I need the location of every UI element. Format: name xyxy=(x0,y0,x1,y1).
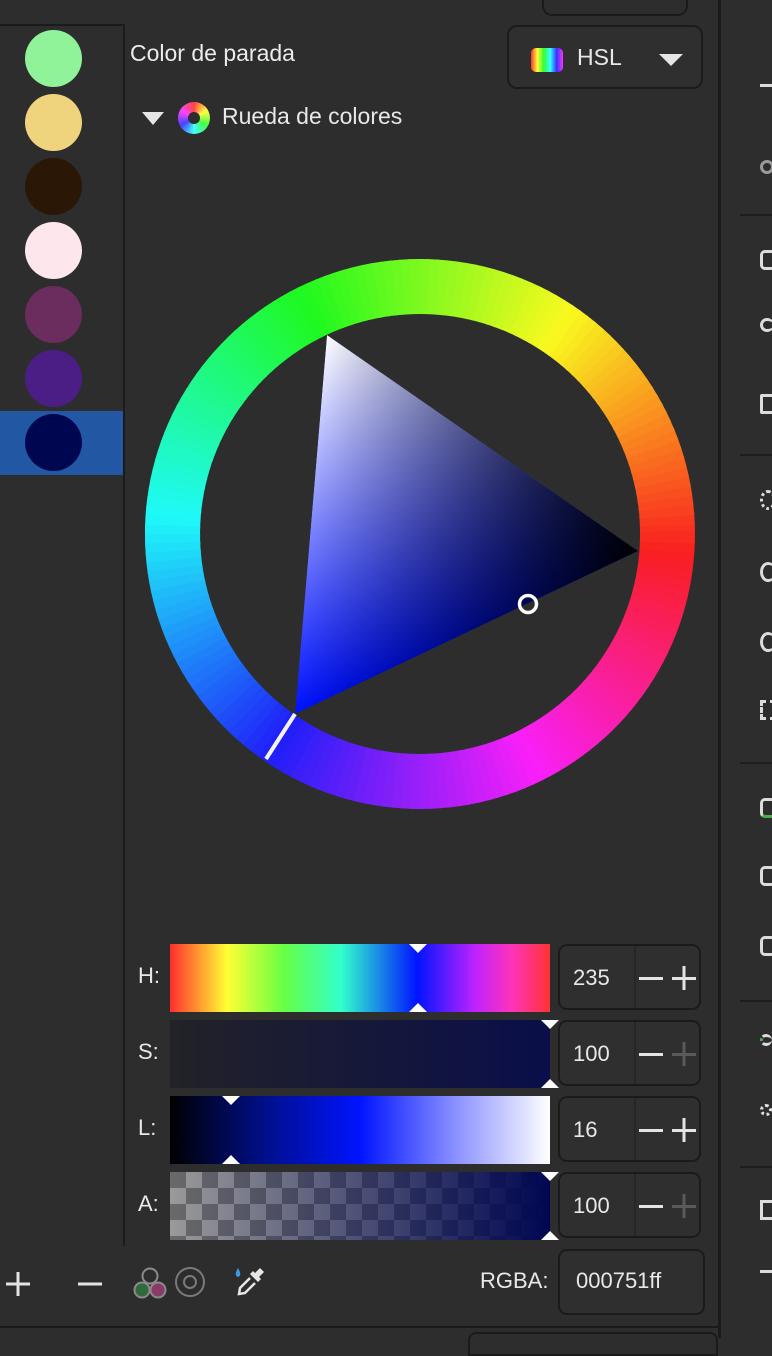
slider-handle[interactable] xyxy=(541,1231,559,1240)
color-wheel[interactable] xyxy=(145,259,695,809)
search-icon[interactable] xyxy=(760,160,772,174)
paste-icon[interactable] xyxy=(760,394,772,414)
swatch-item[interactable] xyxy=(0,219,123,283)
expander-down-icon[interactable] xyxy=(142,112,164,125)
select-icon[interactable] xyxy=(760,700,772,720)
chevron-down-icon xyxy=(659,54,683,66)
saturation-slider[interactable] xyxy=(170,1020,559,1088)
top-toolbar-button[interactable] xyxy=(542,0,688,16)
arrow-icon[interactable] xyxy=(760,1270,772,1276)
color-swatch[interactable] xyxy=(25,222,82,279)
layer-icon[interactable] xyxy=(760,866,772,886)
divider xyxy=(0,1326,718,1328)
sl-triangle[interactable] xyxy=(295,335,638,714)
rgba-input[interactable]: 000751ff xyxy=(558,1249,705,1315)
rainbow-swatch-icon xyxy=(531,48,563,72)
toolbar-separator xyxy=(740,454,772,456)
alpha-value[interactable]: 100 xyxy=(573,1193,610,1219)
color-swatch[interactable] xyxy=(25,30,82,87)
lightness-slider[interactable] xyxy=(170,1096,550,1164)
section-title[interactable]: Rueda de colores xyxy=(222,103,402,130)
color-mode-select[interactable]: HSL xyxy=(507,25,703,89)
minus-icon[interactable] xyxy=(638,1041,664,1067)
hue-label: H: xyxy=(138,963,160,988)
color-mix-icon[interactable] xyxy=(132,1266,168,1300)
minus-icon[interactable] xyxy=(638,1193,664,1219)
lightness-label: L: xyxy=(138,1115,157,1140)
plus-icon[interactable] xyxy=(671,1041,697,1067)
slider-handle[interactable] xyxy=(222,1096,240,1105)
saturation-value[interactable]: 100 xyxy=(573,1041,610,1067)
layer-icon[interactable] xyxy=(760,936,772,956)
color-swatch[interactable] xyxy=(25,158,82,215)
color-mode-value: HSL xyxy=(577,44,622,70)
bottom-tab[interactable] xyxy=(468,1332,718,1356)
minus-icon[interactable] xyxy=(76,1270,104,1298)
color-swatch[interactable] xyxy=(25,350,82,407)
saturation-spinbox[interactable]: 100 xyxy=(558,1020,701,1086)
color-swatch[interactable] xyxy=(25,414,82,471)
spin-separator xyxy=(634,946,636,1008)
swatch-item[interactable] xyxy=(0,27,123,91)
toolbar-separator xyxy=(740,214,772,216)
swatch-item[interactable] xyxy=(0,411,123,475)
target-icon[interactable] xyxy=(173,1265,207,1299)
spin-separator xyxy=(634,1098,636,1160)
swatch-item[interactable] xyxy=(0,283,123,347)
toolbar-separator xyxy=(740,762,772,764)
plus-icon[interactable] xyxy=(671,1117,697,1143)
swatch-item[interactable] xyxy=(0,347,123,411)
layer-icon[interactable] xyxy=(760,798,772,818)
hue-slider[interactable] xyxy=(170,944,550,1012)
hue-value[interactable]: 235 xyxy=(573,965,610,991)
slider-handle[interactable] xyxy=(541,1079,559,1088)
lightness-value[interactable]: 16 xyxy=(573,1117,597,1143)
toolbar-separator xyxy=(740,1000,772,1002)
slider-handle[interactable] xyxy=(541,1172,559,1181)
slider-handle[interactable] xyxy=(409,944,427,953)
group-icon[interactable] xyxy=(760,490,772,510)
copy-icon[interactable] xyxy=(760,250,772,270)
node-icon[interactable] xyxy=(760,1034,772,1046)
saturation-label: S: xyxy=(138,1039,159,1064)
color-swatch[interactable] xyxy=(25,94,82,151)
circle-icon[interactable] xyxy=(760,562,772,582)
plus-icon[interactable] xyxy=(4,1270,32,1298)
spin-separator xyxy=(634,1022,636,1084)
ellipse-icon[interactable] xyxy=(760,632,772,652)
arrow-left-icon[interactable] xyxy=(760,84,772,104)
swatch-item[interactable] xyxy=(0,91,123,155)
hue-spinbox[interactable]: 235 xyxy=(558,944,701,1010)
eyedropper-icon[interactable] xyxy=(232,1264,268,1300)
slider-handle[interactable] xyxy=(541,1020,559,1029)
alpha-slider[interactable] xyxy=(170,1172,559,1240)
toolbar-separator xyxy=(740,1166,772,1168)
color-wheel-icon xyxy=(178,102,210,134)
node-icon[interactable] xyxy=(760,1104,772,1116)
lightness-spinbox[interactable]: 16 xyxy=(558,1096,701,1162)
rgba-label: RGBA: xyxy=(480,1268,549,1293)
cut-icon[interactable] xyxy=(760,318,772,332)
slider-handle[interactable] xyxy=(409,1003,427,1012)
swatch-item[interactable] xyxy=(0,155,123,219)
alpha-label: A: xyxy=(138,1191,159,1216)
minus-icon[interactable] xyxy=(638,965,664,991)
plus-icon[interactable] xyxy=(671,965,697,991)
color-swatch[interactable] xyxy=(25,286,82,343)
slider-handle[interactable] xyxy=(222,1155,240,1164)
pen-icon[interactable] xyxy=(760,1200,772,1220)
plus-icon[interactable] xyxy=(671,1193,697,1219)
minus-icon[interactable] xyxy=(638,1117,664,1143)
alpha-spinbox[interactable]: 100 xyxy=(558,1172,701,1238)
right-toolbar xyxy=(721,0,772,1338)
spin-separator xyxy=(634,1174,636,1236)
panel-title: Color de parada xyxy=(130,40,295,66)
